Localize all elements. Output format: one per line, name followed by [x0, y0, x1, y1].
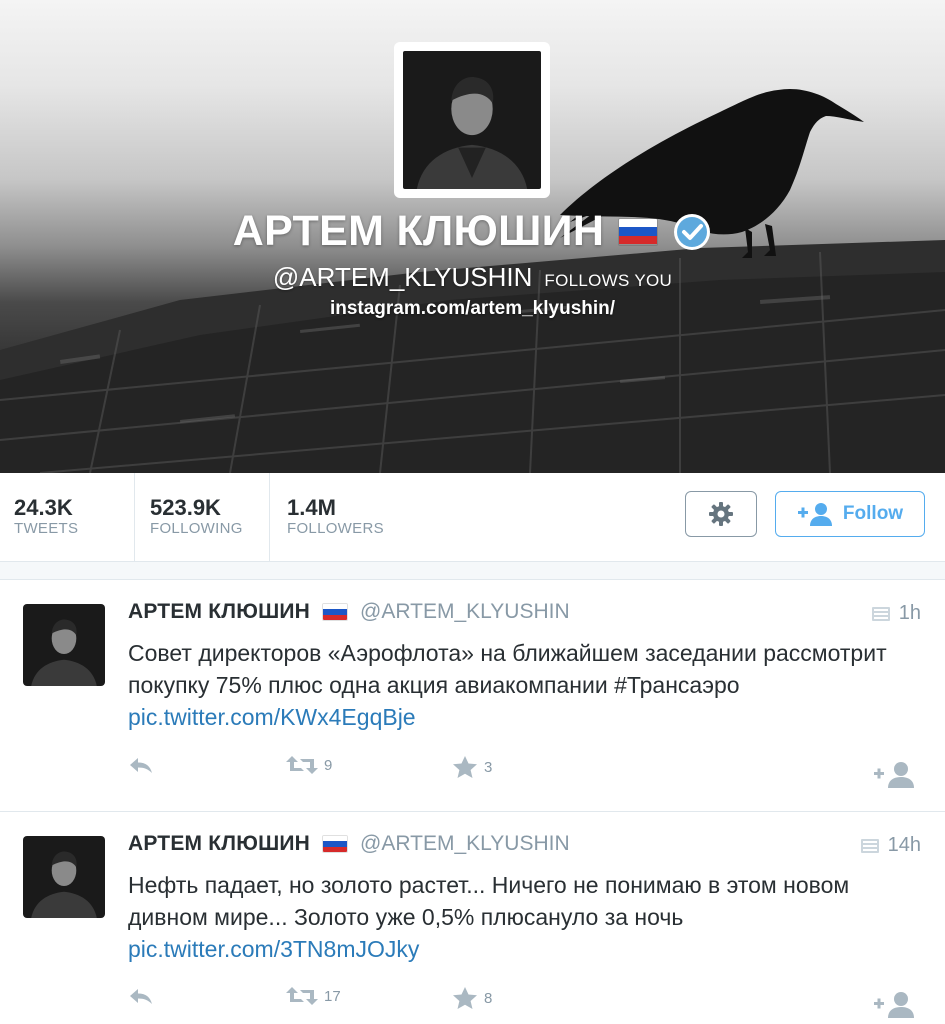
tweet-time: 1h	[898, 602, 921, 624]
follows-you-badge: FOLLOWS YOU	[544, 271, 673, 290]
tweet-avatar[interactable]	[23, 604, 105, 686]
tweet-author-handle[interactable]: @ARTEM_KLYUSHIN	[360, 600, 570, 624]
reply-icon	[130, 758, 152, 773]
retweet-icon	[286, 756, 318, 774]
settings-button[interactable]	[685, 491, 757, 537]
stat-following-value: 523.9K	[150, 495, 221, 520]
stat-tweets-value: 24.3K	[14, 495, 73, 520]
media-icon	[871, 606, 890, 621]
favorite-button[interactable]: 3	[452, 755, 492, 779]
retweet-count: 9	[324, 756, 333, 774]
tweet-header: АРТЕМ КЛЮШИН @ARTEM_KLYUSHIN	[128, 832, 570, 856]
retweet-button[interactable]: 17	[286, 986, 341, 1006]
tweet-timestamp[interactable]: 14h	[860, 834, 921, 857]
profile-name-row: АРТЕМ КЛЮШИН	[0, 207, 945, 256]
tweet-author-handle[interactable]: @ARTEM_KLYUSHIN	[360, 832, 570, 856]
profile-handle-row: @ARTEM_KLYUSHIN FOLLOWS YOU	[0, 262, 945, 293]
stat-following-label: FOLLOWING	[150, 520, 243, 537]
russia-flag-icon	[322, 835, 349, 853]
star-icon	[453, 987, 477, 1009]
favorite-button[interactable]: 8	[452, 986, 492, 1010]
profile-avatar[interactable]	[394, 42, 550, 198]
media-icon	[860, 838, 879, 853]
follow-author-button[interactable]	[873, 990, 915, 1018]
follow-button[interactable]: Follow	[775, 491, 925, 537]
tweet-avatar[interactable]	[23, 836, 105, 918]
profile-handle: @ARTEM_KLYUSHIN	[272, 262, 533, 292]
reply-icon	[130, 989, 152, 1004]
tweet-time: 14h	[887, 834, 921, 856]
russia-flag-icon	[618, 217, 659, 246]
profile-photo	[403, 51, 541, 189]
tweet-media-link[interactable]: pic.twitter.com/KWx4EgqBje	[128, 704, 416, 730]
favorite-count: 3	[484, 758, 493, 776]
tweet-media-link[interactable]: pic.twitter.com/3TN8mJOJky	[128, 936, 419, 962]
stat-following[interactable]: 523.9K FOLLOWING	[135, 473, 270, 562]
stat-tweets-label: TWEETS	[14, 520, 79, 537]
verified-badge-icon	[674, 213, 711, 250]
add-user-icon	[874, 992, 914, 1018]
retweet-count: 17	[324, 987, 341, 1005]
tweet-body: Нефть падает, но золото растет... Ничего…	[128, 872, 850, 930]
stat-followers-value: 1.4M	[287, 495, 336, 520]
tweet-timestamp[interactable]: 1h	[871, 602, 921, 625]
stat-followers-label: FOLLOWERS	[287, 520, 384, 537]
reply-button[interactable]	[128, 986, 154, 1006]
tweet-text: Совет директоров «Аэрофлота» на ближайше…	[128, 637, 918, 733]
stat-tweets[interactable]: 24.3K TWEETS	[0, 473, 135, 562]
profile-banner: АРТЕМ КЛЮШИН @ARTEM_KLYUSHIN FOLLOWS YOU…	[0, 0, 945, 473]
retweet-icon	[286, 987, 318, 1005]
tweet-text: Нефть падает, но золото растет... Ничего…	[128, 869, 918, 965]
tweet-header: АРТЕМ КЛЮШИН @ARTEM_KLYUSHIN	[128, 600, 570, 624]
profile-name: АРТЕМ КЛЮШИН	[232, 207, 605, 255]
gear-icon	[709, 502, 733, 526]
tweet-author-name[interactable]: АРТЕМ КЛЮШИН	[128, 832, 310, 856]
follow-button-label: Follow	[842, 503, 904, 524]
add-user-icon	[797, 503, 832, 526]
favorite-count: 8	[484, 989, 493, 1007]
add-user-icon	[874, 762, 914, 788]
section-divider	[0, 562, 945, 580]
tweet-author-name[interactable]: АРТЕМ КЛЮШИН	[128, 600, 310, 624]
profile-website-link[interactable]: instagram.com/artem_klyushin/	[0, 298, 945, 320]
tweet[interactable]: АРТЕМ КЛЮШИН @ARTEM_KLYUSHIN 14h Нефть п…	[0, 812, 945, 1024]
tweet-body: Совет директоров «Аэрофлота» на ближайше…	[128, 640, 887, 698]
reply-button[interactable]	[128, 755, 154, 775]
tweet[interactable]: АРТЕМ КЛЮШИН @ARTEM_KLYUSHIN 1h Совет ди…	[0, 580, 945, 812]
star-icon	[453, 756, 477, 778]
follow-author-button[interactable]	[873, 760, 915, 788]
stat-followers[interactable]: 1.4M FOLLOWERS	[270, 473, 470, 562]
russia-flag-icon	[322, 603, 349, 621]
retweet-button[interactable]: 9	[286, 755, 332, 775]
